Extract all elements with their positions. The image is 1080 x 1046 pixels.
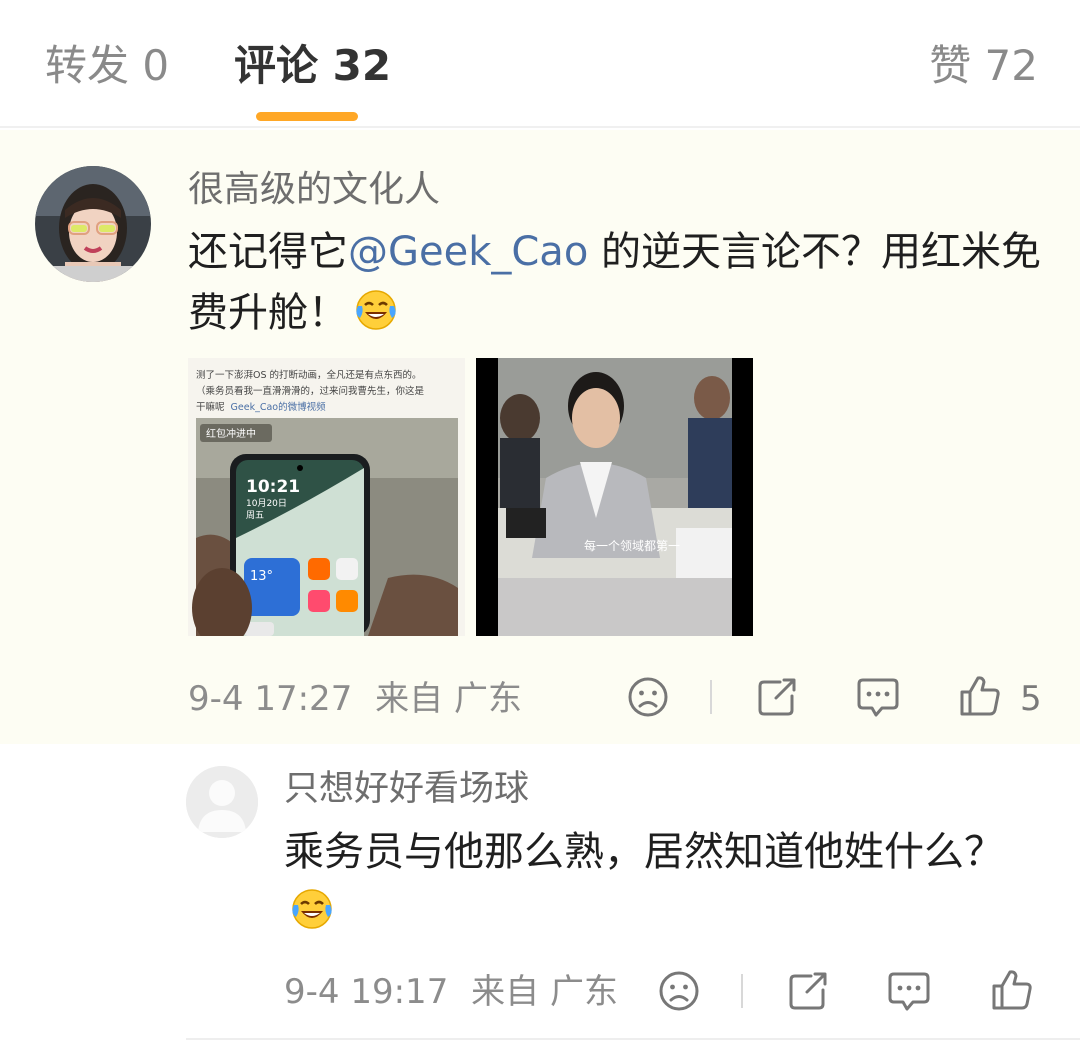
phone-caption-line2: （乘务员看我一直滑滑滑的，过来问我曹先生，你这是 (196, 385, 425, 397)
tab-comment[interactable]: 评论 32 (234, 40, 391, 92)
comment-username[interactable]: 很高级的文化人 (188, 168, 440, 212)
reply-location: 来自 广东 (471, 972, 618, 1012)
reply-time: 9-4 19:17 (284, 972, 449, 1012)
comment-text: 还记得它@Geek_Cao 的逆天言论不？用红米免费升舱！ (188, 222, 1048, 350)
tab-bar: 转发 0 评论 32 赞 72 (0, 0, 1080, 128)
phone-caption-line3: 干嘛呢 Geek_Cao的微博视频 (196, 401, 326, 413)
reply-button[interactable] (856, 676, 900, 722)
comment-icon (857, 678, 899, 717)
reply-share-button[interactable] (787, 970, 829, 1016)
share-button[interactable] (756, 676, 798, 722)
comment-time: 9-4 17:27 (188, 679, 353, 719)
phone-date: 10月20日 (246, 498, 287, 509)
share-icon (758, 678, 796, 716)
comment-image-video[interactable]: 每一个领域都第一 (476, 358, 753, 636)
reply-action-divider (741, 974, 743, 1008)
phone-time: 10:21 (246, 477, 300, 497)
like-count: 5 (1020, 679, 1042, 719)
phone-weekday: 周五 (246, 510, 264, 521)
comment-icon (888, 972, 930, 1011)
thumbs-up-icon (992, 970, 1032, 1010)
reply-like-button[interactable] (990, 968, 1034, 1016)
comment-image-phone[interactable]: 测了一下澎湃OS 的打断动画，全凡还是有点东西的。 （乘务员看我一直滑滑滑的，过… (188, 358, 465, 636)
avatar[interactable] (35, 166, 151, 282)
phone-caption-line1: 测了一下澎湃OS 的打断动画，全凡还是有点东西的。 (196, 369, 422, 381)
laughing-crying-emoji-icon (290, 887, 334, 948)
tab-like[interactable]: 赞 72 (929, 40, 1038, 92)
reply-avatar[interactable] (186, 766, 258, 838)
share-icon (789, 972, 827, 1010)
active-tab-indicator (256, 112, 358, 121)
sad-face-icon (659, 971, 699, 1011)
video-subtitle: 每一个领域都第一 (584, 538, 680, 553)
comment-location: 来自 广东 (375, 679, 522, 719)
reply-dislike-button[interactable] (658, 970, 700, 1016)
sad-face-icon (628, 677, 668, 717)
laughing-crying-emoji-icon (354, 288, 398, 350)
mention-link[interactable]: @Geek_Cao (348, 229, 588, 275)
phone-weather: 13° (250, 569, 273, 584)
comment-meta: 9-4 17:27 来自 广东 (188, 679, 522, 719)
reply-text-content: 乘务员与他那么熟，居然知道他姓什么？ (284, 829, 1004, 875)
tab-repost[interactable]: 转发 0 (45, 40, 169, 92)
like-button[interactable] (958, 674, 1002, 722)
phone-badge: 红包冲进中 (206, 427, 256, 440)
thumbs-up-icon (960, 676, 1000, 716)
comment-item: 很高级的文化人 还记得它@Geek_Cao 的逆天言论不？用红米免费升舱！ 测了… (0, 130, 1080, 744)
reply-username[interactable]: 只想好好看场球 (284, 768, 529, 810)
reply-comment-button[interactable] (887, 970, 931, 1016)
reply-text: 乘务员与他那么熟，居然知道他姓什么？ (284, 822, 1044, 948)
comment-text-before: 还记得它 (188, 229, 348, 275)
action-divider (710, 680, 712, 714)
dislike-button[interactable] (627, 676, 669, 722)
divider-line (186, 1038, 1080, 1040)
reply-meta: 9-4 19:17 来自 广东 (284, 972, 618, 1012)
